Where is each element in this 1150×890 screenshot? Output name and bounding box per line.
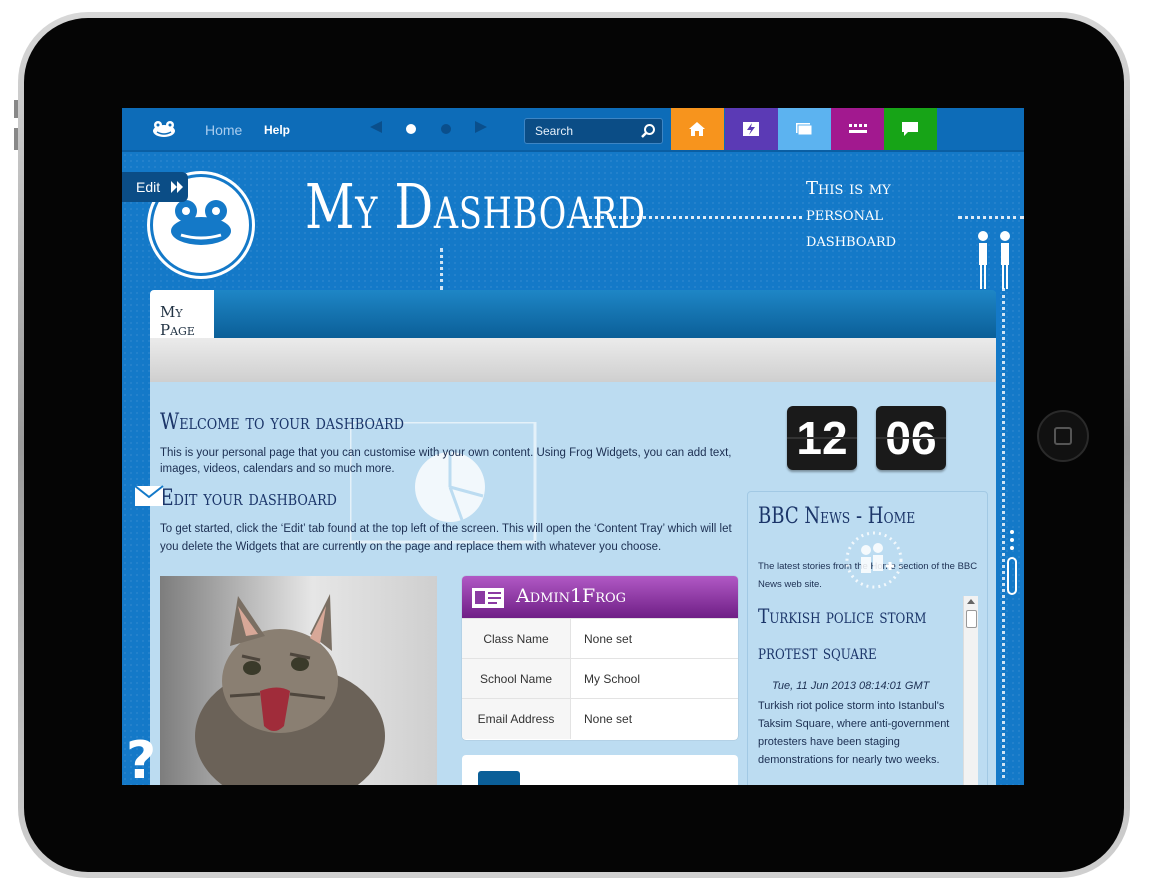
folder-icon [796, 123, 813, 136]
profile-row-value: None set [584, 632, 633, 646]
profile-row: School Name My School [462, 658, 738, 699]
test-tube-icon [1007, 530, 1017, 595]
svg-text:?: ? [126, 731, 156, 785]
app-tile-lightning[interactable] [725, 108, 778, 150]
envelope-icon [134, 485, 164, 506]
tablet-home-button[interactable] [1037, 410, 1089, 462]
news-date: Tue, 11 Jun 2013 08:14:01 GMT [772, 680, 930, 692]
clock-hours: 12 [787, 406, 857, 470]
widget-card-button[interactable] [478, 771, 520, 785]
profile-row: Class Name None set [462, 618, 738, 659]
page-panel: My Page Welcome to your dashboard This i… [150, 290, 996, 785]
app-tile-chat[interactable] [884, 108, 937, 150]
profile-row-key: Email Address [462, 699, 571, 739]
profile-row-key: Class Name [462, 619, 571, 659]
welcome-text: This is your personal page that you can … [160, 447, 732, 475]
lightning-icon [743, 122, 759, 136]
keyboard-icon [849, 124, 867, 133]
tab-my-page[interactable]: My Page [150, 290, 214, 339]
profile-username: Admin1Frog [516, 585, 627, 607]
news-headline[interactable]: Turkish police storm protest square [758, 598, 932, 670]
news-body: Turkish riot police storm into Istanbul'… [758, 700, 950, 766]
nav-help-link[interactable]: Help [264, 123, 290, 137]
volume-button [14, 128, 18, 150]
frog-logo-icon[interactable] [152, 120, 176, 138]
search-icon[interactable] [640, 123, 656, 139]
kitten-photo [195, 594, 385, 785]
edit-tab-label: Edit [136, 179, 161, 195]
dotted-line [958, 216, 1024, 219]
question-mark-icon: ? [126, 731, 156, 785]
widget-card [462, 755, 738, 785]
profile-row-key: School Name [462, 659, 571, 699]
nav-home-link[interactable]: Home [205, 122, 242, 138]
page-toolbar [150, 338, 996, 382]
app-tile-keyboard[interactable] [831, 108, 884, 150]
tab-my-page-label: My Page [160, 303, 195, 339]
mute-switch [14, 100, 18, 118]
edit-tab[interactable]: Edit [122, 172, 188, 202]
id-card-icon [472, 588, 504, 608]
clock-minutes: 06 [876, 406, 946, 470]
news-feed[interactable]: Turkish police storm protest square Tue,… [748, 596, 987, 785]
kitten-image [160, 576, 437, 785]
welcome-heading: Welcome to your dashboard [160, 410, 404, 435]
app-tile-home[interactable] [671, 108, 724, 150]
page-dot-active[interactable] [406, 124, 416, 134]
news-scrollbar[interactable] [963, 596, 978, 785]
page-content: Welcome to your dashboard This is your p… [150, 382, 996, 785]
page-subtitle: This is my personal dashboard [806, 178, 897, 251]
top-bar: Home Help [122, 108, 1024, 152]
next-page-arrow-icon[interactable] [475, 121, 487, 133]
news-widget: BBC News - Home The latest stories from … [747, 491, 988, 785]
home-icon [689, 122, 705, 136]
profile-row-value: My School [584, 672, 641, 686]
search-input[interactable] [535, 123, 635, 139]
scroll-up-arrow-icon[interactable] [967, 599, 975, 604]
page-dot[interactable] [441, 124, 451, 134]
double-chevron-right-icon [171, 181, 183, 193]
edit-text: To get started, click the ‘Edit’ tab fou… [160, 523, 732, 553]
chat-icon [902, 122, 918, 136]
tabs-bar: My Page [150, 290, 996, 339]
page-title: My Dashboard [305, 170, 646, 243]
profile-widget: Admin1Frog Class Name None set School Na… [462, 576, 738, 740]
edit-heading: Edit your dashboard [160, 486, 337, 511]
profile-header: Admin1Frog [462, 576, 738, 618]
prev-page-arrow-icon[interactable] [370, 121, 382, 133]
screen: Home Help Search Edit My Dashboard This … [122, 108, 1024, 785]
app-tile-folder[interactable] [778, 108, 831, 150]
profile-row: Email Address None set [462, 698, 738, 739]
search-box [524, 118, 663, 144]
news-title: BBC News - Home [758, 504, 916, 529]
scrollbar-thumb[interactable] [966, 610, 977, 628]
dotted-line [440, 248, 443, 290]
people-add-icon [845, 531, 903, 589]
person-figures-icon [978, 231, 1010, 289]
profile-row-value: None set [584, 712, 633, 726]
